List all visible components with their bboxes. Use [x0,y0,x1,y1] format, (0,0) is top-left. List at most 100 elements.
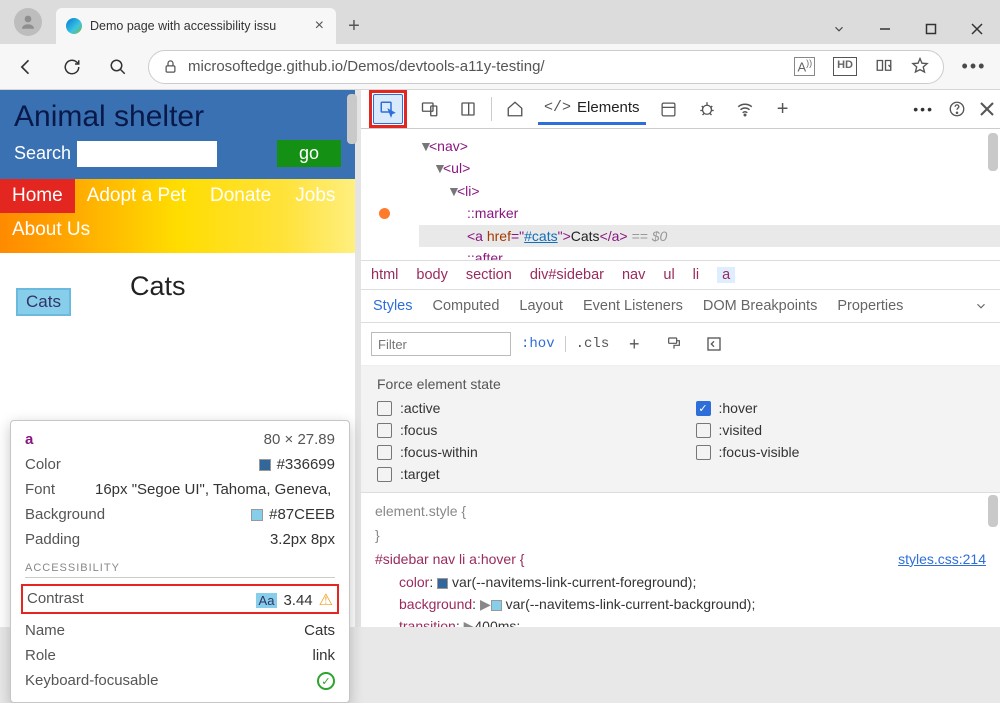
favorite-icon[interactable] [911,57,929,75]
reader-icon[interactable] [875,57,893,75]
breakpoint-dot[interactable] [379,208,390,219]
page-scrollbar[interactable] [347,94,357,144]
tab-event-listeners[interactable]: Event Listeners [583,298,683,314]
check-icon: ✓ [317,672,335,690]
crumb-body[interactable]: body [416,267,447,283]
chevron-down-icon[interactable] [816,14,862,44]
tooltip-name-label: Name [25,622,65,639]
go-button[interactable]: go [277,140,341,167]
devtools-panel: </> Elements + ••• ▼<nav> ▼<ul> ▼<li> ::… [361,90,1000,627]
tooltip-font-value: 16px "Segoe UI", Tahoma, Geneva, Verd... [95,481,335,498]
tab-dom-breakpoints[interactable]: DOM Breakpoints [703,298,817,314]
search-input[interactable] [77,141,217,167]
lock-icon [163,59,178,74]
minimize-button[interactable] [862,14,908,44]
tooltip-padding-value: 3.2px 8px [270,531,335,548]
more-tools-button[interactable]: ••• [913,101,934,117]
hd-icon[interactable]: HD [833,57,857,75]
address-bar[interactable]: microsoftedge.github.io/Demos/devtools-a… [148,50,944,84]
dom-scrollbar[interactable] [988,133,998,171]
tooltip-color-label: Color [25,456,61,473]
browser-tab[interactable]: Demo page with accessibility issu × [56,8,336,44]
dock-side-button[interactable] [453,94,483,124]
url-text: microsoftedge.github.io/Demos/devtools-a… [188,58,545,75]
help-icon[interactable] [948,100,966,118]
crumb-nav[interactable]: nav [622,267,645,283]
source-link[interactable]: styles.css:214 [898,549,986,571]
site-title: Animal shelter [14,100,341,134]
state-active[interactable]: :active [377,400,666,416]
dom-breadcrumb[interactable]: html body section div#sidebar nav ul li … [361,260,1000,290]
state-visited[interactable]: :visited [696,422,985,438]
elements-tab[interactable]: </> Elements [538,93,646,125]
dom-tree[interactable]: ▼<nav> ▼<ul> ▼<li> ::marker <a href="#ca… [361,129,1000,260]
hov-toggle[interactable]: :hov [521,336,555,352]
device-emulation-button[interactable] [415,94,445,124]
tooltip-padding-label: Padding [25,531,80,548]
crumb-sidebar[interactable]: div#sidebar [530,267,604,283]
profile-avatar[interactable] [14,8,42,36]
toggle-pane-icon[interactable] [699,329,729,359]
tab-close-icon[interactable]: × [311,17,328,35]
network-icon[interactable] [730,94,760,124]
refresh-button[interactable] [56,51,88,83]
tab-styles[interactable]: Styles [373,298,413,314]
inspect-element-button[interactable] [373,94,403,124]
read-aloud-icon[interactable]: A)) [794,57,815,75]
maximize-button[interactable] [908,14,954,44]
styles-filter-input[interactable] [371,332,511,356]
crumb-ul[interactable]: ul [663,267,674,283]
tab-layout[interactable]: Layout [519,298,563,314]
tooltip-contrast-label: Contrast [27,590,84,610]
force-state-title: Force element state [377,376,984,392]
new-style-rule-button[interactable]: + [619,329,649,359]
tooltip-bg-label: Background [25,506,105,523]
nav-about[interactable]: About Us [0,213,102,247]
edge-icon [66,18,82,34]
nav-jobs[interactable]: Jobs [283,179,347,213]
nav-donate[interactable]: Donate [198,179,283,213]
inspect-tooltip: a 80 × 27.89 Color #336699 Font 16px "Se… [10,420,350,703]
more-tabs-button[interactable]: + [768,94,798,124]
bug-icon[interactable] [692,94,722,124]
force-element-state: Force element state :active ✓:hover :foc… [361,366,1000,493]
bg-swatch [251,509,263,521]
back-button[interactable] [10,51,42,83]
state-focus-visible[interactable]: :focus-visible [696,444,985,460]
state-hover[interactable]: ✓:hover [696,400,985,416]
nav-adopt[interactable]: Adopt a Pet [75,179,198,213]
tooltip-bg-value: #87CEEB [269,506,335,523]
search-label: Search [14,143,71,164]
crumb-section[interactable]: section [466,267,512,283]
close-button[interactable] [954,14,1000,44]
page-heading: Cats [130,271,186,302]
new-tab-button[interactable]: + [338,10,370,42]
crumb-a[interactable]: a [717,267,735,283]
elements-tab-icon: </> [544,99,571,116]
styles-tabs: Styles Computed Layout Event Listeners D… [361,290,1000,323]
crumb-html[interactable]: html [371,267,398,283]
tooltip-name-value: Cats [304,622,335,639]
crumb-li[interactable]: li [693,267,699,283]
styles-scrollbar[interactable] [988,495,998,527]
tooltip-dimensions: 80 × 27.89 [264,431,335,448]
state-target[interactable]: :target [377,466,666,482]
cls-toggle[interactable]: .cls [565,336,610,352]
search-icon[interactable] [102,51,134,83]
tab-computed[interactable]: Computed [433,298,500,314]
paint-icon[interactable] [659,329,689,359]
page-content: Animal shelter Search go Home Adopt a Pe… [0,90,355,627]
tooltip-color-value: #336699 [277,456,335,473]
sidebar-link-cats[interactable]: Cats [16,288,71,316]
tab-properties[interactable]: Properties [837,298,903,314]
elements-tab-label: Elements [577,99,640,116]
devtools-close-button[interactable] [980,102,994,116]
state-focus[interactable]: :focus [377,422,666,438]
chevron-down-icon[interactable] [974,299,988,313]
css-rules-pane[interactable]: element.style { } styles.css:214 #sideba… [361,493,1000,627]
state-focus-within[interactable]: :focus-within [377,444,666,460]
welcome-tab-icon[interactable] [500,94,530,124]
more-button[interactable]: ••• [958,51,990,83]
app-tab-icon[interactable] [654,94,684,124]
nav-home[interactable]: Home [0,179,75,213]
